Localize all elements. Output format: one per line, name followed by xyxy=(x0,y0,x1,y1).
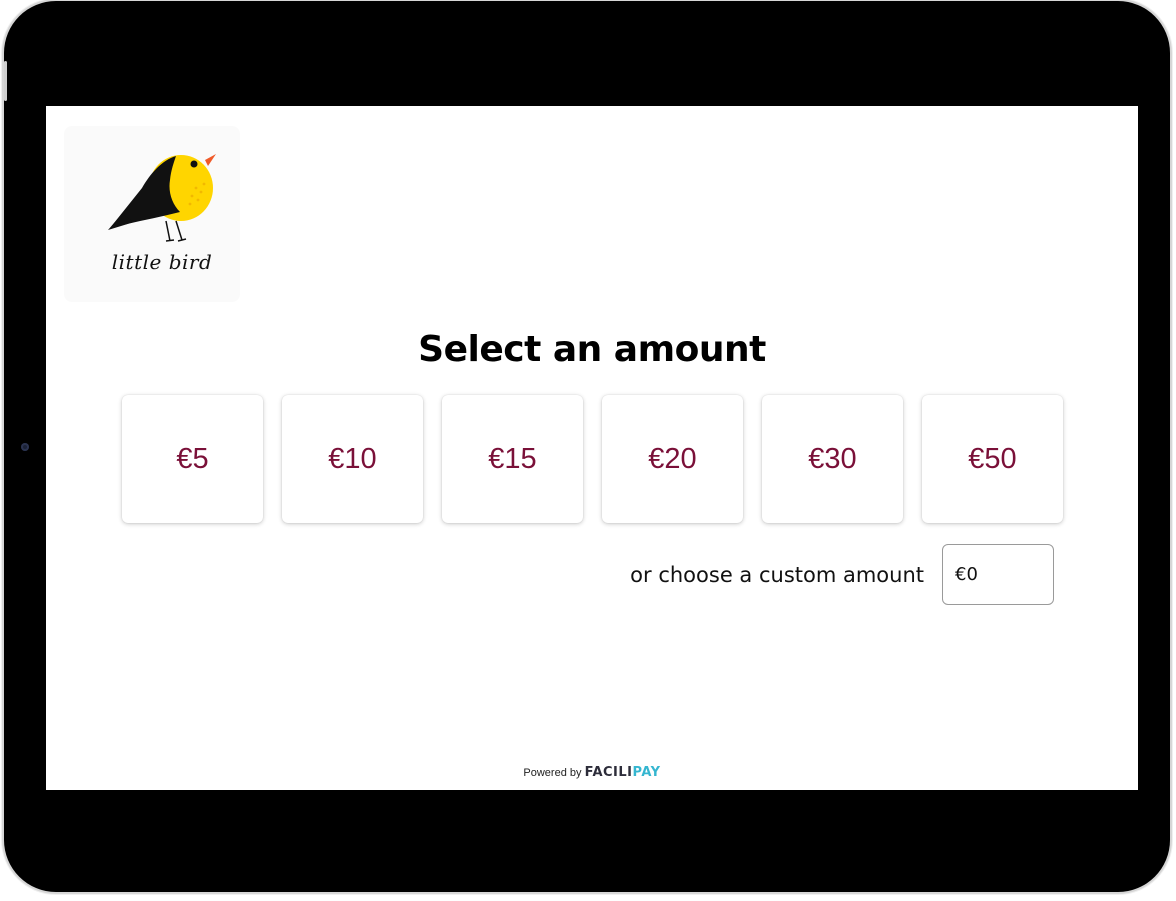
brand-part-1: FACILI xyxy=(584,765,633,780)
amount-button-50[interactable]: €50 xyxy=(922,395,1063,523)
device-side-button xyxy=(4,61,7,101)
powered-by-footer: Powered by FACILIPAY xyxy=(46,765,1138,780)
logo-text: little bird xyxy=(111,250,213,274)
bird-icon xyxy=(108,154,216,242)
custom-amount-row: or choose a custom amount xyxy=(630,544,1054,605)
amount-button-30[interactable]: €30 xyxy=(762,395,903,523)
custom-amount-label: or choose a custom amount xyxy=(630,562,924,587)
amount-button-15[interactable]: €15 xyxy=(442,395,583,523)
amount-button-20[interactable]: €20 xyxy=(602,395,743,523)
facilipay-logo: FACILIPAY xyxy=(585,765,661,780)
brand-part-2: PAY xyxy=(632,765,661,780)
custom-amount-input[interactable] xyxy=(942,544,1054,605)
amount-button-5[interactable]: €5 xyxy=(122,395,263,523)
merchant-logo: little bird xyxy=(64,126,240,302)
camera-icon xyxy=(21,443,29,451)
tablet-frame: little bird Select an amount €5 €10 €15 … xyxy=(4,1,1170,892)
amount-button-10[interactable]: €10 xyxy=(282,395,423,523)
powered-by-label: Powered by xyxy=(523,767,582,779)
amount-options: €5 €10 €15 €20 €30 €50 xyxy=(122,395,1063,523)
screen: little bird Select an amount €5 €10 €15 … xyxy=(46,106,1138,790)
page-title: Select an amount xyxy=(418,329,766,370)
